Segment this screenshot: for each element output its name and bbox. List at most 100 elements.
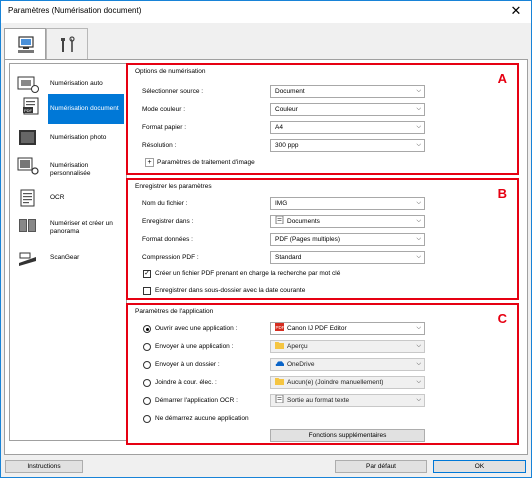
date-subfolder-label[interactable]: Enregistrer dans sous-dossier avec la da… bbox=[155, 287, 305, 294]
send-to-folder-select: OneDrive ⌵ bbox=[270, 358, 425, 371]
section-title: Options de numérisation bbox=[135, 68, 206, 75]
sidebar-item-scangear[interactable]: ScanGear bbox=[10, 242, 126, 274]
pdf-compression-label: Compression PDF : bbox=[142, 254, 199, 261]
sidebar-item-label: Numérisation document bbox=[50, 105, 119, 112]
more-functions-button[interactable]: Fonctions supplémentaires bbox=[270, 429, 425, 442]
send-to-folder-label[interactable]: Envoyer à un dossier : bbox=[155, 361, 220, 368]
scan-options-section: Options de numérisation A Sélectionner s… bbox=[126, 63, 519, 175]
send-to-app-select: Aperçu ⌵ bbox=[270, 340, 425, 353]
attach-email-value: Aucun(e) (Joindre manuellement) bbox=[287, 379, 384, 386]
image-processing-expand-button[interactable]: + bbox=[145, 158, 154, 167]
send-to-folder-radio[interactable] bbox=[143, 361, 151, 369]
send-to-app-label[interactable]: Envoyer à une application : bbox=[155, 343, 233, 350]
document-scan-icon: PDF bbox=[23, 97, 39, 115]
searchable-pdf-checkbox[interactable]: ✓ bbox=[143, 270, 151, 278]
color-mode-select[interactable]: Couleur ⌵ bbox=[270, 103, 425, 116]
save-settings-section: Enregistrer les paramètres B Nom du fich… bbox=[126, 178, 519, 300]
tab-general-settings[interactable] bbox=[46, 28, 88, 59]
sidebar-item-document-scan[interactable]: Numérisation document bbox=[48, 94, 124, 124]
paper-size-label: Format papier : bbox=[142, 124, 187, 131]
section-badge: C bbox=[497, 311, 507, 326]
data-format-value: PDF (Pages multiples) bbox=[275, 236, 341, 243]
scan-type-sidebar: Numérisation auto PDF Numérisation docum… bbox=[9, 63, 127, 441]
image-processing-label[interactable]: Paramètres de traitement d'image bbox=[157, 159, 255, 166]
sidebar-item-label: Numérisation auto bbox=[50, 80, 103, 87]
chevron-down-icon: ⌵ bbox=[416, 124, 421, 130]
application-settings-section: Paramètres de l'application C Ouvrir ave… bbox=[126, 303, 519, 445]
ok-button[interactable]: OK bbox=[433, 460, 526, 473]
source-value: Document bbox=[275, 88, 305, 95]
resolution-value: 300 ppp bbox=[275, 142, 299, 149]
send-to-app-radio[interactable] bbox=[143, 343, 151, 351]
section-title: Paramètres de l'application bbox=[135, 308, 214, 315]
section-badge: A bbox=[497, 71, 507, 86]
pdf-editor-icon: PDF bbox=[275, 323, 284, 331]
settings-content: Numérisation auto PDF Numérisation docum… bbox=[4, 59, 528, 455]
save-in-select[interactable]: Documents ⌵ bbox=[270, 215, 425, 228]
sidebar-item-label: OCR bbox=[50, 194, 65, 201]
chevron-down-icon: ⌵ bbox=[416, 361, 421, 367]
source-label: Sélectionner source : bbox=[142, 88, 204, 95]
source-select[interactable]: Document ⌵ bbox=[270, 85, 425, 98]
pdf-compression-select[interactable]: Standard ⌵ bbox=[270, 251, 425, 264]
default-button[interactable]: Par défaut bbox=[335, 460, 427, 473]
attach-email-radio[interactable] bbox=[143, 379, 151, 387]
attach-email-select: Aucun(e) (Joindre manuellement) ⌵ bbox=[270, 376, 425, 389]
sidebar-item-panorama[interactable]: Numériser et créer un panorama bbox=[10, 210, 126, 246]
documents-folder-icon bbox=[275, 216, 284, 224]
open-with-app-radio[interactable] bbox=[143, 325, 151, 333]
save-in-label: Enregistrer dans : bbox=[142, 218, 194, 225]
chevron-down-icon: ⌵ bbox=[416, 254, 421, 260]
chevron-down-icon: ⌵ bbox=[416, 142, 421, 148]
no-app-radio[interactable] bbox=[143, 415, 151, 423]
sidebar-item-label: Numériser et créer un panorama bbox=[50, 220, 113, 235]
sidebar-item-custom-scan[interactable]: Numérisation personnalisée bbox=[10, 150, 126, 182]
start-ocr-radio[interactable] bbox=[143, 397, 151, 405]
color-mode-value: Couleur bbox=[275, 106, 298, 113]
send-to-folder-value: OneDrive bbox=[287, 361, 315, 368]
open-with-app-value: Canon IJ PDF Editor bbox=[287, 325, 347, 332]
close-button[interactable]: ✕ bbox=[503, 1, 529, 22]
data-format-label: Format données : bbox=[142, 236, 193, 243]
send-to-app-value: Aperçu bbox=[287, 343, 308, 350]
sidebar-item-label: Numérisation personnalisée bbox=[50, 162, 91, 177]
sidebar-item-label: ScanGear bbox=[50, 254, 80, 261]
folder-icon bbox=[275, 342, 284, 349]
file-name-select[interactable]: IMG ⌵ bbox=[270, 197, 425, 210]
chevron-down-icon: ⌵ bbox=[416, 379, 421, 385]
custom-scan-icon bbox=[17, 157, 39, 175]
date-subfolder-checkbox[interactable] bbox=[143, 287, 151, 295]
tab-scan-from-computer[interactable] bbox=[4, 28, 46, 60]
open-with-app-select[interactable]: PDF Canon IJ PDF Editor ⌵ bbox=[270, 322, 425, 335]
panorama-icon bbox=[19, 219, 36, 232]
chevron-down-icon: ⌵ bbox=[416, 343, 421, 349]
no-app-label[interactable]: Ne démarrez aucune application bbox=[155, 415, 249, 422]
chevron-down-icon: ⌵ bbox=[416, 200, 421, 206]
open-with-app-label[interactable]: Ouvrir avec une application : bbox=[155, 325, 237, 332]
photo-scan-icon bbox=[19, 130, 36, 145]
section-badge: B bbox=[497, 186, 507, 201]
chevron-down-icon: ⌵ bbox=[416, 325, 421, 331]
save-in-value: Documents bbox=[287, 218, 320, 225]
settings-window: Paramètres (Numérisation document) ✕ Num… bbox=[0, 0, 532, 478]
onedrive-icon bbox=[275, 361, 284, 366]
chevron-down-icon: ⌵ bbox=[416, 88, 421, 94]
resolution-select[interactable]: 300 ppp ⌵ bbox=[270, 139, 425, 152]
section-title: Enregistrer les paramètres bbox=[135, 183, 212, 190]
color-mode-label: Mode couleur : bbox=[142, 106, 185, 113]
scangear-icon bbox=[19, 252, 36, 266]
attach-email-label[interactable]: Joindre à cour. élec. : bbox=[155, 379, 217, 386]
paper-size-select[interactable]: A4 ⌵ bbox=[270, 121, 425, 134]
ocr-icon bbox=[20, 189, 35, 207]
data-format-select[interactable]: PDF (Pages multiples) ⌵ bbox=[270, 233, 425, 246]
instructions-button[interactable]: Instructions bbox=[5, 460, 83, 473]
file-name-value: IMG bbox=[275, 200, 288, 207]
paper-size-value: A4 bbox=[275, 124, 283, 131]
start-ocr-value: Sortie au format texte bbox=[287, 397, 350, 404]
footer: Instructions Par défaut OK bbox=[1, 457, 531, 477]
start-ocr-label[interactable]: Démarrer l'application OCR : bbox=[155, 397, 238, 404]
file-name-label: Nom du fichier : bbox=[142, 200, 188, 207]
searchable-pdf-label[interactable]: Créer un fichier PDF prenant en charge l… bbox=[155, 270, 340, 277]
svg-text:PDF: PDF bbox=[276, 325, 285, 330]
svg-text:PDF: PDF bbox=[24, 108, 33, 113]
